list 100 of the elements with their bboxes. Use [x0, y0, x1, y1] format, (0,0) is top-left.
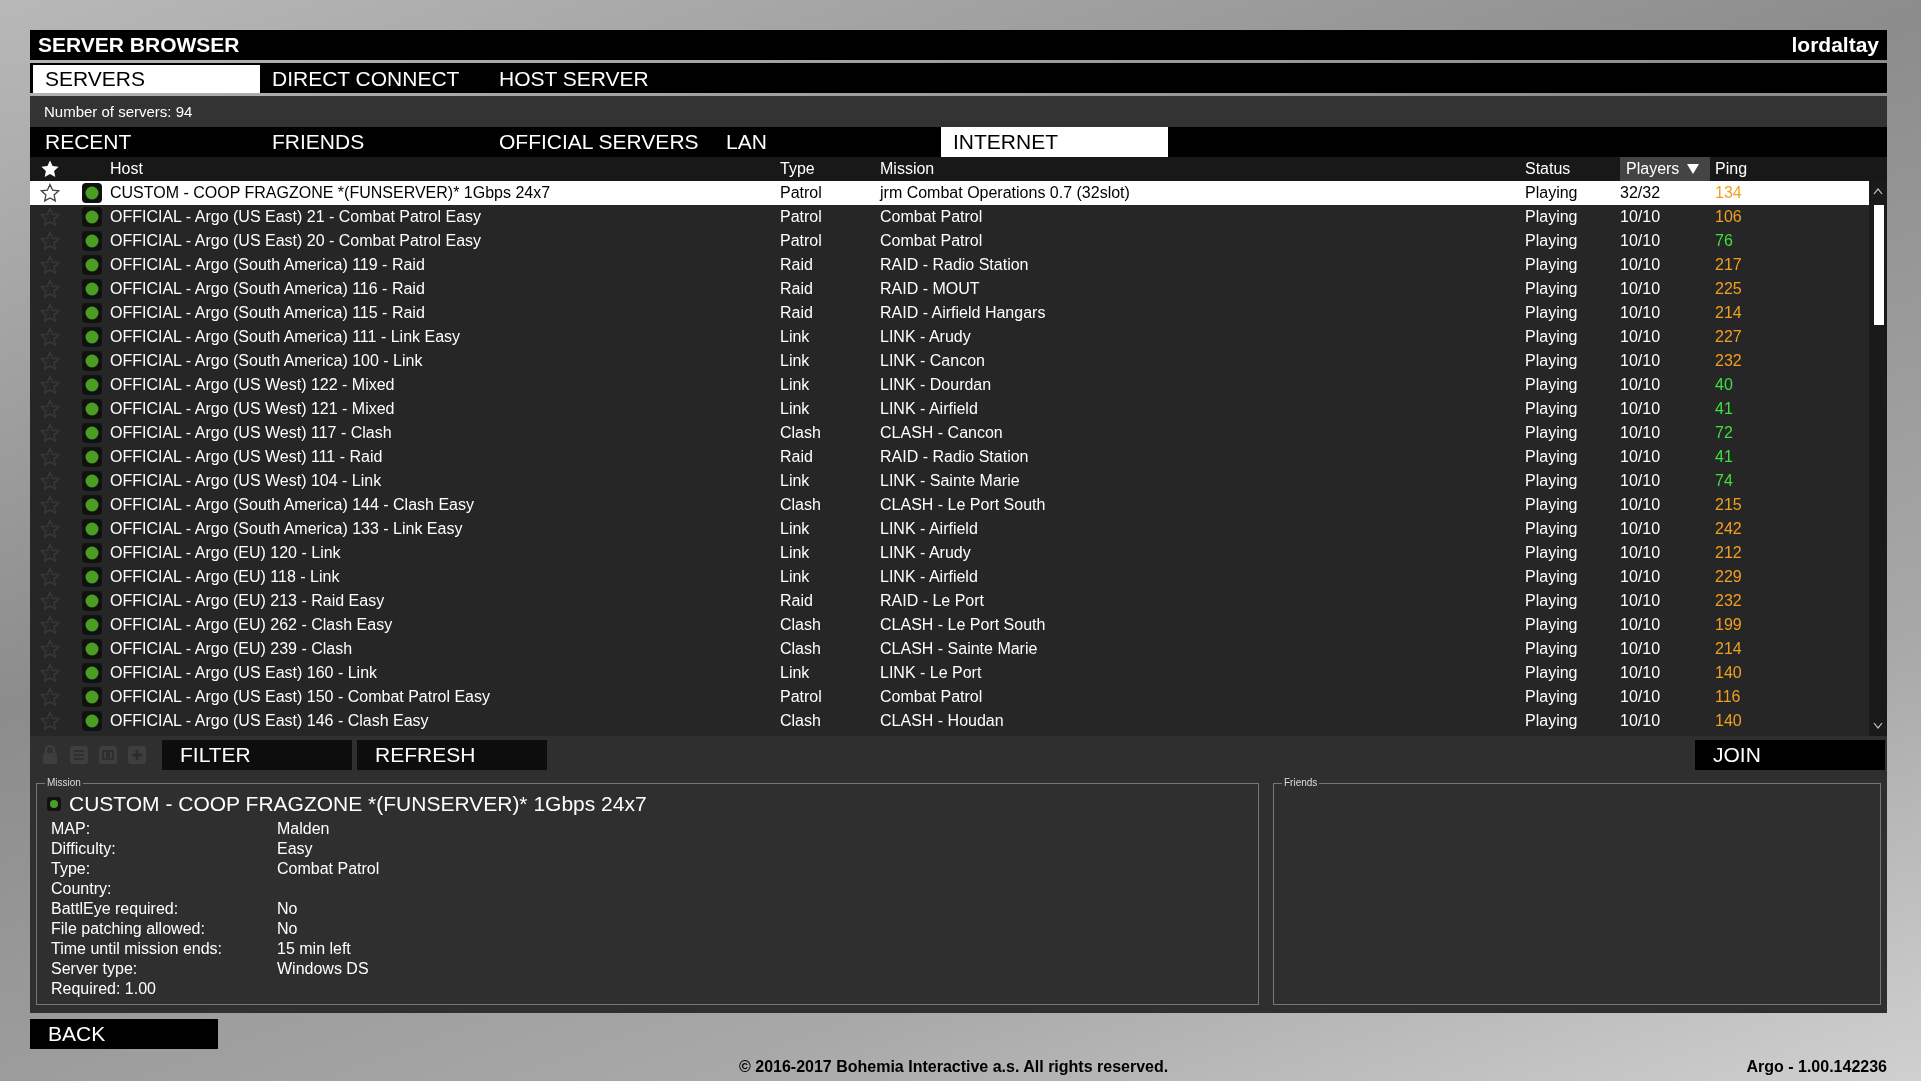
- server-row[interactable]: OFFICIAL - Argo (US East) 150 - Combat Patrol Easy Patrol Combat Patrol Playing 10/10 116: [30, 685, 1869, 709]
- column-header[interactable]: Type: [780, 157, 880, 181]
- ping-cell-text: 225: [1715, 280, 1743, 298]
- column-header[interactable]: Ping: [1715, 157, 1887, 181]
- server-row[interactable]: OFFICIAL - Argo (South America) 119 - Raid Raid RAID - Radio Station Playing 10/10 217: [30, 253, 1869, 277]
- status-icon: [82, 639, 102, 659]
- status-icon: [82, 495, 102, 515]
- server-row[interactable]: OFFICIAL - Argo (US West) 122 - Mixed Link LINK - Dourdan Playing 10/10 40: [30, 373, 1869, 397]
- tab[interactable]: SERVERS: [33, 65, 260, 93]
- tab[interactable]: DIRECT CONNECT: [260, 65, 487, 93]
- field-value: Windows DS: [277, 960, 369, 978]
- username: lordaltay: [1791, 33, 1879, 57]
- players-cell-text: 10/10: [1620, 328, 1662, 346]
- field-value: No: [277, 920, 298, 938]
- scrollbar[interactable]: [1869, 181, 1887, 736]
- server-row[interactable]: OFFICIAL - Argo (EU) 118 - Link Link LINK - Airfield Playing 10/10 229: [30, 565, 1869, 589]
- host-cell-text: OFFICIAL - Argo (US East) 20 - Combat Patrol Easy: [110, 232, 483, 250]
- server-row[interactable]: OFFICIAL - Argo (US East) 21 - Combat Patrol Easy Patrol Combat Patrol Playing 10/10 106: [30, 205, 1869, 229]
- scrollbar-thumb[interactable]: [1874, 205, 1884, 325]
- host-cell-text: OFFICIAL - Argo (US East) 160 - Link: [110, 664, 379, 682]
- filter-tab[interactable]: RECENT: [33, 127, 260, 157]
- host-cell-text: OFFICIAL - Argo (South America) 115 - Raid: [110, 304, 426, 322]
- action-button[interactable]: REFRESH: [357, 740, 547, 770]
- mission-cell-text: LINK - Arudy: [880, 544, 972, 562]
- mission-cell-text: LINK - Cancon: [880, 352, 986, 370]
- server-row[interactable]: OFFICIAL - Argo (EU) 239 - Clash Clash CLASH - Sainte Marie Playing 10/10 214: [30, 637, 1869, 661]
- server-row[interactable]: OFFICIAL - Argo (US West) 104 - Link Link LINK - Sainte Marie Playing 10/10 74: [30, 469, 1869, 493]
- server-row[interactable]: OFFICIAL - Argo (US East) 146 - Clash Easy Clash CLASH - Houdan Playing 10/10 140: [30, 709, 1869, 733]
- host-cell-text: CUSTOM - COOP FRAGZONE *(FUNSERVER)* 1Gbps 24x7: [110, 184, 552, 202]
- server-row[interactable]: OFFICIAL - Argo (South America) 144 - Clash Easy Clash CLASH - Le Port South Playing 10/10 215: [30, 493, 1869, 517]
- server-row[interactable]: OFFICIAL - Argo (US West) 117 - Clash Clash CLASH - Cancon Playing 10/10 72: [30, 421, 1869, 445]
- status-cell-text: Playing: [1525, 400, 1579, 418]
- star-icon[interactable]: [40, 159, 60, 179]
- server-row[interactable]: OFFICIAL - Argo (EU) 120 - Link Link LINK - Arudy Playing 10/10 212: [30, 541, 1869, 565]
- field-label: Type:: [51, 860, 92, 878]
- server-row[interactable]: OFFICIAL - Argo (South America) 133 - Link Easy Link LINK - Airfield Playing 10/10 242: [30, 517, 1869, 541]
- ping-cell-text: 212: [1715, 544, 1743, 562]
- players-cell-text: 10/10: [1620, 208, 1662, 226]
- host-cell-text: OFFICIAL - Argo (South America) 100 - Link: [110, 352, 424, 370]
- type-cell-text: Link: [780, 352, 811, 370]
- host-cell-text: OFFICIAL - Argo (US East) 21 - Combat Patrol Easy: [110, 208, 483, 226]
- mission-cell-text: LINK - Arudy: [880, 328, 972, 346]
- type-cell-text: Raid: [780, 592, 814, 610]
- ping-cell-text: 227: [1715, 328, 1743, 346]
- column-header[interactable]: Mission: [880, 157, 1525, 181]
- mission-cell-text: CLASH - Cancon: [880, 424, 1004, 442]
- column-header[interactable]: Players: [1620, 157, 1710, 181]
- status-icon: [82, 687, 102, 707]
- status-icon: [82, 519, 102, 539]
- players-cell-text: 10/10: [1620, 664, 1662, 682]
- server-row[interactable]: OFFICIAL - Argo (US East) 20 - Combat Patrol Easy Patrol Combat Patrol Playing 10/10 76: [30, 229, 1869, 253]
- column-header[interactable]: Host: [110, 157, 780, 181]
- players-cell-text: 10/10: [1620, 592, 1662, 610]
- type-cell-text: Patrol: [780, 184, 823, 202]
- players-cell-text: 10/10: [1620, 640, 1662, 658]
- host-cell-text: OFFICIAL - Argo (EU) 239 - Clash: [110, 640, 354, 658]
- players-cell-text: 10/10: [1620, 616, 1662, 634]
- back-button[interactable]: BACK: [30, 1019, 218, 1049]
- server-row[interactable]: CUSTOM - COOP FRAGZONE *(FUNSERVER)* 1Gbps 24x7 Patrol jrm Combat Operations 0.7 (32slot) Playing 32/32 134: [30, 181, 1869, 205]
- type-cell-text: Link: [780, 544, 811, 562]
- field-value: 15 min left: [277, 940, 351, 958]
- filter-tab[interactable]: OFFICIAL SERVERS: [487, 127, 714, 157]
- server-row[interactable]: OFFICIAL - Argo (US West) 111 - Raid Raid RAID - Radio Station Playing 10/10 41: [30, 445, 1869, 469]
- type-cell-text: Link: [780, 400, 811, 418]
- mission-cell-text: LINK - Airfield: [880, 520, 979, 538]
- host-cell-text: OFFICIAL - Argo (US West) 122 - Mixed: [110, 376, 396, 394]
- mission-cell-text: Combat Patrol: [880, 688, 984, 706]
- star-icon[interactable]: [40, 183, 60, 203]
- ping-cell-text: 242: [1715, 520, 1743, 538]
- ping-cell-text: 72: [1715, 424, 1734, 442]
- filter-tab[interactable]: FRIENDS: [260, 127, 487, 157]
- mission-cell-text: CLASH - Sainte Marie: [880, 640, 1039, 658]
- server-row[interactable]: OFFICIAL - Argo (South America) 111 - Link Easy Link LINK - Arudy Playing 10/10 227: [30, 325, 1869, 349]
- scroll-up-icon[interactable]: [1873, 187, 1883, 195]
- ping-cell-text: 41: [1715, 448, 1734, 466]
- type-cell-text: Clash: [780, 496, 822, 514]
- server-row[interactable]: OFFICIAL - Argo (South America) 100 - Link Link LINK - Cancon Playing 10/10 232: [30, 349, 1869, 373]
- server-row[interactable]: OFFICIAL - Argo (US East) 160 - Link Link LINK - Le Port Playing 10/10 140: [30, 661, 1869, 685]
- server-row[interactable]: OFFICIAL - Argo (US West) 121 - Mixed Link LINK - Airfield Playing 10/10 41: [30, 397, 1869, 421]
- scroll-down-icon[interactable]: [1873, 722, 1883, 730]
- status-cell-text: Playing: [1525, 664, 1579, 682]
- join-button[interactable]: JOIN: [1695, 740, 1885, 770]
- host-cell-text: OFFICIAL - Argo (US West) 121 - Mixed: [110, 400, 396, 418]
- server-row[interactable]: OFFICIAL - Argo (South America) 115 - Raid Raid RAID - Airfield Hangars Playing 10/10 214: [30, 301, 1869, 325]
- tab[interactable]: HOST SERVER: [487, 65, 714, 93]
- column-header[interactable]: Status: [1525, 157, 1620, 181]
- status-cell-text: Playing: [1525, 592, 1579, 610]
- server-row[interactable]: OFFICIAL - Argo (EU) 213 - Raid Easy Raid RAID - Le Port Playing 10/10 232: [30, 589, 1869, 613]
- type-cell-text: Clash: [780, 640, 822, 658]
- filter-tab[interactable]: INTERNET: [941, 127, 1168, 157]
- server-row[interactable]: OFFICIAL - Argo (EU) 262 - Clash Easy Clash CLASH - Le Port South Playing 10/10 199: [30, 613, 1869, 637]
- type-cell-text: Link: [780, 664, 811, 682]
- version-text: Argo - 1.00.142236: [1746, 1058, 1887, 1076]
- type-cell-text: Patrol: [780, 232, 823, 250]
- status-cell-text: Playing: [1525, 328, 1579, 346]
- mission-cell-text: CLASH - Le Port South: [880, 496, 1047, 514]
- action-button[interactable]: FILTER: [162, 740, 352, 770]
- filter-tab[interactable]: LAN: [714, 127, 941, 157]
- players-cell-text: 10/10: [1620, 448, 1662, 466]
- server-row[interactable]: OFFICIAL - Argo (South America) 116 - Raid Raid RAID - MOUT Playing 10/10 225: [30, 277, 1869, 301]
